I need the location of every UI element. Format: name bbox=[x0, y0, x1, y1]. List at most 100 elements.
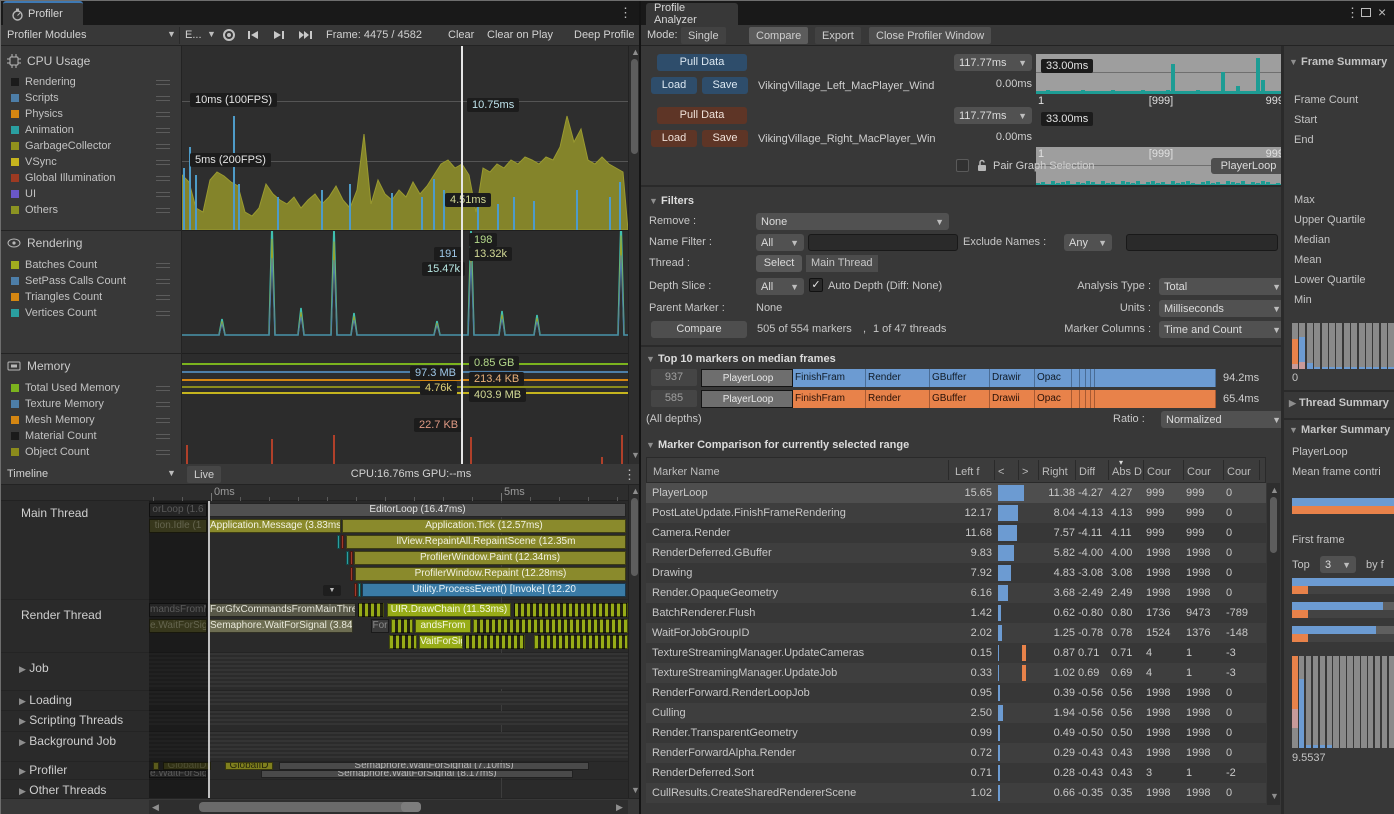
timeline-bar[interactable]: Application.Tick (12.57ms) bbox=[342, 519, 626, 533]
comparison-table-header[interactable]: Marker NameLeft f<>RightDiffAbs DCourCou… bbox=[646, 457, 1266, 483]
timeline-track[interactable]: orLoop (1.6EditorLoop (16.47ms)tion.Idle… bbox=[149, 501, 628, 798]
clear-on-play-button[interactable]: Clear on Play bbox=[487, 29, 553, 41]
name-filter-input[interactable] bbox=[808, 234, 958, 251]
range-max-dropdown[interactable]: 117.77ms▼ bbox=[954, 107, 1032, 124]
drag-handle[interactable] bbox=[156, 450, 170, 455]
cpu-chart[interactable]: 10ms (100FPS) 5ms (200FPS) 10.75ms 4.51m… bbox=[182, 46, 628, 230]
comparison-header[interactable]: ▼ Marker Comparison for currently select… bbox=[646, 439, 909, 451]
col-right-bar[interactable]: > bbox=[1022, 466, 1028, 478]
previous-frame-icon[interactable] bbox=[247, 30, 259, 40]
close-profiler-window-button[interactable]: Close Profiler Window bbox=[869, 27, 991, 44]
drag-handle[interactable] bbox=[156, 386, 170, 391]
timeline-bar[interactable]: GlobalID bbox=[225, 762, 273, 770]
auto-depth-checkbox[interactable]: ✓ bbox=[809, 278, 823, 292]
timeline-bar[interactable]: For bbox=[371, 619, 389, 633]
col-diff[interactable]: Diff bbox=[1079, 466, 1095, 478]
table-row[interactable]: TextureStreamingManager.UpdateJob0.331.0… bbox=[646, 663, 1266, 683]
top10-segment[interactable]: FinishFram bbox=[793, 369, 866, 387]
timeline-bar[interactable] bbox=[350, 567, 353, 581]
top10-segment[interactable]: Render bbox=[866, 390, 930, 408]
timeline-bar[interactable]: Application.Message (3.83ms) bbox=[209, 519, 341, 533]
compare-button[interactable]: Compare bbox=[651, 321, 747, 338]
thread-summary-header[interactable]: ▶ Thread Summary bbox=[1289, 397, 1394, 409]
load-button[interactable]: Load bbox=[651, 77, 697, 94]
table-row[interactable]: Render.TransparentGeometry0.990.49-0.500… bbox=[646, 723, 1266, 743]
comparison-scrollbar[interactable]: ▲ ▼ bbox=[1267, 483, 1280, 805]
pull-data-button[interactable]: Pull Data bbox=[657, 107, 747, 124]
timeline-hscrollbar[interactable]: ◀ ▶ bbox=[149, 800, 628, 814]
mode-single-button[interactable]: Single bbox=[681, 27, 726, 44]
charts-scrollbar[interactable]: ▲ ▼ bbox=[628, 46, 639, 464]
drag-handle[interactable] bbox=[156, 418, 170, 423]
load-button[interactable]: Load bbox=[651, 130, 697, 147]
col-count-diff[interactable]: Cour bbox=[1227, 466, 1251, 478]
drag-handle[interactable] bbox=[156, 434, 170, 439]
top10-segment[interactable] bbox=[1095, 369, 1216, 387]
top10-segment[interactable]: FinishFram bbox=[793, 390, 866, 408]
top10-bar[interactable]: PlayerLoopFinishFramRenderGBufferDrawirO… bbox=[701, 369, 1216, 387]
remove-dropdown[interactable]: None▼ bbox=[756, 213, 949, 230]
exclude-names-input[interactable] bbox=[1126, 234, 1278, 251]
timeline-bar[interactable]: ForGfxCommandsFromMainThread ( bbox=[209, 603, 356, 617]
module-memory-header[interactable]: Memory bbox=[7, 359, 70, 373]
timeline-menu-icon[interactable]: ⋮ bbox=[623, 467, 636, 483]
module-counter-mesh-memory[interactable]: Mesh Memory bbox=[1, 412, 182, 428]
timeline-bar[interactable]: Semaphore.WaitForSignal (3.84ms) bbox=[209, 619, 353, 633]
thread-group-profiler[interactable]: ▶ Profiler bbox=[19, 763, 67, 777]
timeline-bar[interactable]: Utility.ProcessEvent() [Invoke] (12.20 bbox=[362, 583, 626, 597]
timeline-bar[interactable]: Semaphore.WaitForSignal (7.10ms) bbox=[279, 762, 589, 770]
filters-header[interactable]: ▼ Filters bbox=[649, 195, 694, 207]
module-counter-physics[interactable]: Physics bbox=[1, 106, 182, 122]
module-counter-garbagecollector[interactable]: GarbageCollector bbox=[1, 138, 182, 154]
timeline-bar[interactable] bbox=[465, 635, 525, 649]
timeline-bar[interactable] bbox=[354, 583, 357, 597]
ratio-dropdown[interactable]: Normalized▼ bbox=[1161, 411, 1286, 428]
thread-label-main[interactable]: Main Thread bbox=[21, 506, 88, 520]
timeline-bar[interactable]: andsFrom bbox=[415, 619, 471, 633]
top10-segment[interactable]: GBuffer bbox=[930, 390, 990, 408]
deep-profile-button[interactable]: Deep Profile bbox=[574, 29, 638, 41]
thread-label-render[interactable]: Render Thread bbox=[21, 608, 102, 622]
table-row[interactable]: RenderDeferred.GBuffer9.835.82-4.004.001… bbox=[646, 543, 1266, 563]
table-row[interactable]: Drawing7.924.83-3.083.08199819980 bbox=[646, 563, 1266, 583]
timeline-bar[interactable] bbox=[346, 551, 349, 565]
timeline-bar[interactable] bbox=[514, 603, 628, 617]
col-count-right[interactable]: Cour bbox=[1187, 466, 1211, 478]
col-marker-name[interactable]: Marker Name bbox=[653, 466, 720, 478]
clear-button[interactable]: Clear bbox=[448, 29, 474, 41]
export-button[interactable]: Export bbox=[815, 27, 861, 44]
marker-summary-header[interactable]: ▼ Marker Summary bbox=[1289, 424, 1394, 436]
mode-compare-button[interactable]: Compare bbox=[749, 27, 808, 44]
top10-segment[interactable]: Drawii bbox=[990, 390, 1035, 408]
thread-group-scripting[interactable]: ▶ Scripting Threads bbox=[19, 713, 123, 727]
top10-segment[interactable]: GBuffer bbox=[930, 369, 990, 387]
timeline-bar[interactable]: UIR.DrawChain (11.53ms) bbox=[387, 603, 511, 617]
module-counter-ui[interactable]: UI bbox=[1, 186, 182, 202]
timeline-bar[interactable] bbox=[473, 619, 628, 633]
timeline-bar[interactable]: VaitForSig bbox=[419, 635, 463, 649]
table-row[interactable]: BatchRenderer.Flush1.420.62-0.800.801736… bbox=[646, 603, 1266, 623]
table-row[interactable]: RenderForward.RenderLoopJob0.950.39-0.56… bbox=[646, 683, 1266, 703]
save-button[interactable]: Save bbox=[702, 77, 748, 94]
module-counter-batches-count[interactable]: Batches Count bbox=[1, 257, 182, 273]
table-row[interactable]: WaitForJobGroupID2.021.25-0.780.78152413… bbox=[646, 623, 1266, 643]
table-row[interactable]: Culling2.501.94-0.560.56199819980 bbox=[646, 703, 1266, 723]
timeline-bar[interactable] bbox=[534, 635, 628, 649]
save-button[interactable]: Save bbox=[702, 130, 748, 147]
top10-segment[interactable]: Render bbox=[866, 369, 930, 387]
thread-group-background[interactable]: ▶ Background Job bbox=[19, 734, 116, 748]
pair-graph-checkbox[interactable] bbox=[956, 159, 969, 172]
thread-select-button[interactable]: Select bbox=[756, 255, 802, 272]
drag-handle[interactable] bbox=[156, 208, 170, 213]
module-counter-object-count[interactable]: Object Count bbox=[1, 444, 182, 460]
module-counter-total-used-memory[interactable]: Total Used Memory bbox=[1, 380, 182, 396]
rendering-chart[interactable]: 198 191 13.32k 15.47k bbox=[182, 230, 628, 353]
module-counter-vsync[interactable]: VSync bbox=[1, 154, 182, 170]
next-frame-icon[interactable] bbox=[273, 30, 285, 40]
table-row[interactable]: TextureStreamingManager.UpdateCameras0.1… bbox=[646, 643, 1266, 663]
timeline-bar[interactable] bbox=[341, 535, 344, 549]
thread-group-loading[interactable]: ▶ Loading bbox=[19, 693, 72, 707]
table-row[interactable]: PostLateUpdate.FinishFrameRendering12.17… bbox=[646, 503, 1266, 523]
timeline-bar[interactable] bbox=[358, 583, 361, 597]
table-row[interactable]: PlayerLoop15.6511.38-4.274.279999990 bbox=[646, 483, 1266, 503]
